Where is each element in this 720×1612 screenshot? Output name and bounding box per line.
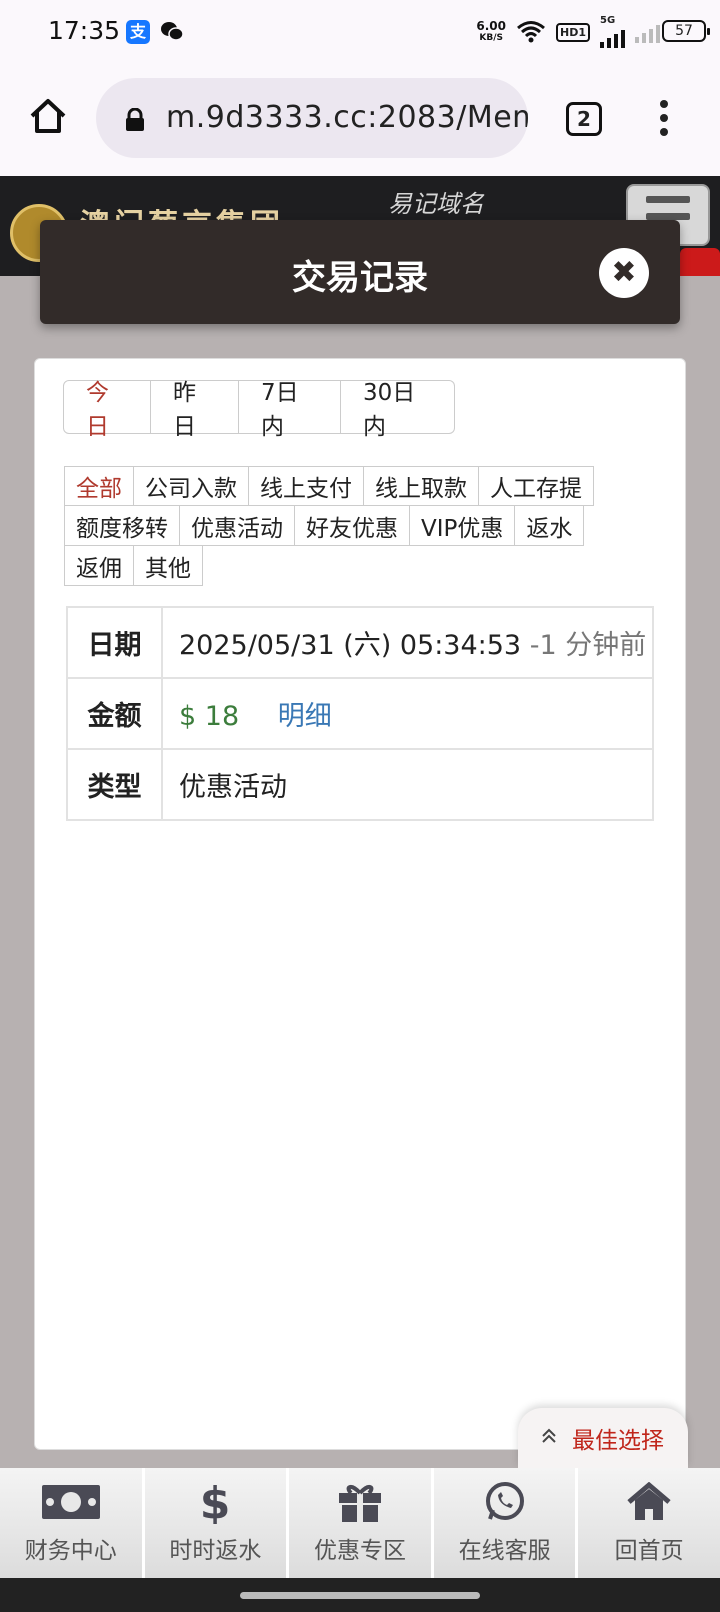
record-table: 日期 2025/05/31 (六) 05:34:53 -1 分钟前 金额 $ 1…	[66, 606, 654, 821]
signal-5g: 5G	[600, 16, 625, 48]
type-filter-manual[interactable]: 人工存提	[479, 466, 594, 506]
home-button[interactable]	[28, 96, 68, 136]
nav-label: 优惠专区	[313, 1538, 406, 1564]
date-relative: -1 分钟前	[529, 630, 647, 661]
status-time: 17:35	[48, 16, 121, 45]
nav-label: 时时返水	[169, 1538, 262, 1564]
type-filter-online-withdraw[interactable]: 线上取款	[364, 466, 479, 506]
table-row: 类型 优惠活动	[66, 748, 654, 821]
type-filter-other[interactable]: 其他	[134, 546, 203, 586]
nav-label: 财务中心	[24, 1538, 117, 1564]
battery-icon: 57	[662, 20, 710, 42]
net-speed-value: 6.00	[476, 19, 506, 33]
type-filter-row: 返佣 其他	[64, 546, 624, 586]
gesture-handle[interactable]	[240, 1592, 480, 1599]
modal-title: 交易记录	[292, 258, 428, 298]
url-text: m.9d3333.cc:2083/Mem	[166, 100, 528, 135]
signal-bars-icon	[600, 26, 625, 48]
net-speed-unit: KB/S	[479, 33, 503, 43]
status-indicators: 6.00 KB/S HD1 5G	[476, 16, 660, 48]
best-choice-label: 最佳选择	[572, 1428, 664, 1454]
network-label: 5G	[600, 15, 616, 26]
menu-bar-icon	[646, 213, 690, 220]
hd-badge: HD1	[556, 22, 590, 42]
table-row: 日期 2025/05/31 (六) 05:34:53 -1 分钟前	[66, 606, 654, 679]
type-filter-company-deposit[interactable]: 公司入款	[134, 466, 249, 506]
chevron-up-icon	[540, 1426, 558, 1450]
nav-label: 回首页	[614, 1538, 684, 1564]
date-filter-30days[interactable]: 30日内	[341, 380, 455, 440]
home-icon	[30, 99, 66, 133]
more-menu-button[interactable]	[656, 100, 672, 140]
money-icon	[41, 1481, 101, 1523]
dot-icon	[660, 100, 668, 108]
nav-online-support[interactable]: 在线客服	[433, 1468, 579, 1578]
type-filter-commission[interactable]: 返佣	[64, 546, 134, 586]
type-filter-friend-bonus[interactable]: 好友优惠	[295, 506, 410, 546]
date-filter-yesterday[interactable]: 昨日	[151, 380, 239, 440]
tab-switcher-button[interactable]: 2	[566, 102, 602, 136]
type-filter-online-payment[interactable]: 线上支付	[249, 466, 364, 506]
dot-icon	[660, 114, 668, 122]
type-filter-group: 全部 公司入款 线上支付 线上取款 人工存提 额度移转 优惠活动 好友优惠 VI…	[64, 466, 624, 586]
gift-icon	[337, 1481, 383, 1523]
nav-promotions[interactable]: 优惠专区	[289, 1468, 434, 1578]
type-label: 类型	[66, 748, 163, 821]
best-choice-button[interactable]: 最佳选择	[518, 1408, 688, 1468]
browser-toolbar: m.9d3333.cc:2083/Mem 2	[0, 64, 720, 176]
modal-header: 交易记录 ✖	[40, 220, 680, 324]
net-speed: 6.00 KB/S	[476, 20, 506, 44]
dot-icon	[660, 128, 668, 136]
amount-value: $ 18	[179, 701, 240, 732]
nav-instant-rebate[interactable]: $ 时时返水	[144, 1468, 290, 1578]
alipay-icon: 支	[126, 20, 150, 44]
amount-cell: $ 18 明细	[161, 677, 654, 750]
date-filter-group: 今日 昨日 7日内 30日内	[63, 380, 455, 440]
date-label: 日期	[66, 606, 163, 679]
amount-label: 金额	[66, 677, 163, 750]
home-icon	[627, 1481, 671, 1523]
date-value: 2025/05/31 (六) 05:34:53	[179, 630, 522, 661]
whatsapp-icon	[484, 1481, 526, 1523]
dollar-icon: $	[200, 1480, 230, 1524]
site-red-tab	[680, 248, 720, 276]
gesture-bar	[0, 1578, 720, 1612]
detail-link[interactable]: 明细	[278, 701, 332, 732]
nav-label: 在线客服	[458, 1538, 551, 1564]
nav-finance-center[interactable]: 财务中心	[0, 1468, 145, 1578]
close-button[interactable]: ✖	[599, 248, 649, 298]
wifi-icon	[517, 21, 545, 43]
date-filter-7days[interactable]: 7日内	[239, 380, 341, 440]
type-filter-row: 额度移转 优惠活动 好友优惠 VIP优惠 返水	[64, 506, 624, 546]
signal-bars-secondary-icon	[635, 21, 660, 43]
type-filter-transfer[interactable]: 额度移转	[64, 506, 180, 546]
table-row: 金额 $ 18 明细	[66, 677, 654, 750]
date-filter-today[interactable]: 今日	[63, 380, 151, 440]
status-bar: 17:35 支 6.00 KB/S HD1 5G 57	[0, 0, 720, 64]
bottom-nav: 财务中心 $ 时时返水 优惠专区 在线客服 回首页	[0, 1468, 720, 1578]
type-filter-all[interactable]: 全部	[64, 466, 134, 506]
type-value: 优惠活动	[161, 748, 654, 821]
address-bar[interactable]: m.9d3333.cc:2083/Mem	[96, 78, 528, 158]
site-slogan: 易记域名	[388, 190, 484, 218]
menu-bar-icon	[646, 196, 690, 203]
nav-home[interactable]: 回首页	[578, 1468, 720, 1578]
lock-icon	[126, 108, 144, 131]
date-cell: 2025/05/31 (六) 05:34:53 -1 分钟前	[161, 606, 654, 679]
wechat-icon	[160, 20, 184, 44]
type-filter-row: 全部 公司入款 线上支付 线上取款 人工存提	[64, 466, 624, 506]
type-filter-rebate[interactable]: 返水	[515, 506, 585, 546]
type-filter-promotion[interactable]: 优惠活动	[180, 506, 295, 546]
type-filter-vip-bonus[interactable]: VIP优惠	[410, 506, 516, 546]
svg-text:$: $	[200, 1480, 230, 1524]
